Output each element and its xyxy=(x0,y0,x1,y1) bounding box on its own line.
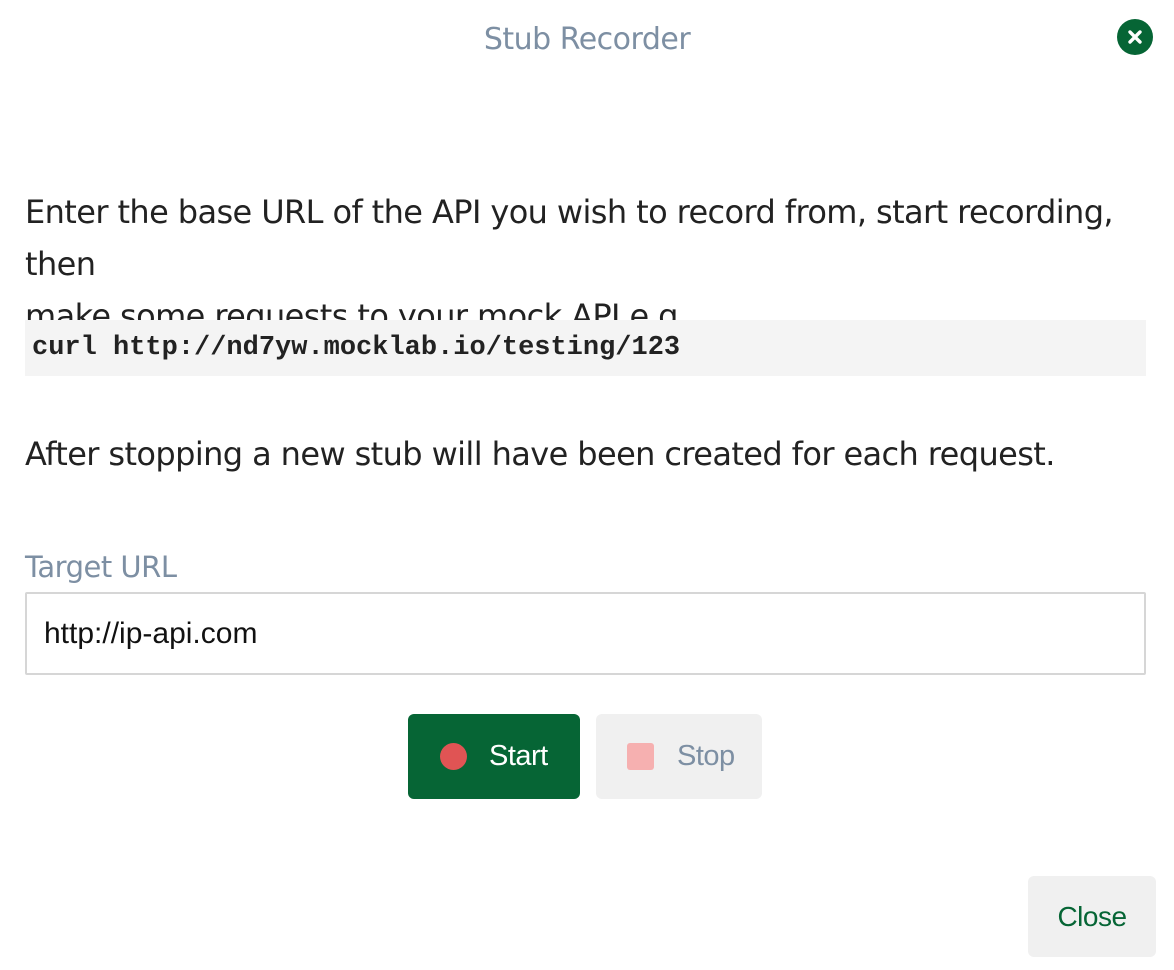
target-url-label: Target URL xyxy=(25,550,177,584)
stop-square-icon xyxy=(627,743,654,770)
close-x-glyph xyxy=(1128,30,1142,44)
dialog-title: Stub Recorder xyxy=(483,22,691,57)
target-url-input[interactable] xyxy=(25,592,1146,675)
start-button[interactable]: Start xyxy=(408,714,580,799)
close-button[interactable]: Close xyxy=(1028,876,1156,957)
record-dot-icon xyxy=(440,743,467,770)
start-button-label: Start xyxy=(489,740,548,772)
intro-text: Enter the base URL of the API you wish t… xyxy=(25,186,1145,342)
stop-button-label: Stop xyxy=(677,740,735,772)
intro-line-1: Enter the base URL of the API you wish t… xyxy=(25,193,1114,283)
example-command-code: curl http://nd7yw.mocklab.io/testing/123 xyxy=(25,320,1146,376)
after-stopping-text: After stopping a new stub will have been… xyxy=(25,435,1055,473)
close-icon[interactable] xyxy=(1117,19,1153,55)
stop-button[interactable]: Stop xyxy=(596,714,762,799)
